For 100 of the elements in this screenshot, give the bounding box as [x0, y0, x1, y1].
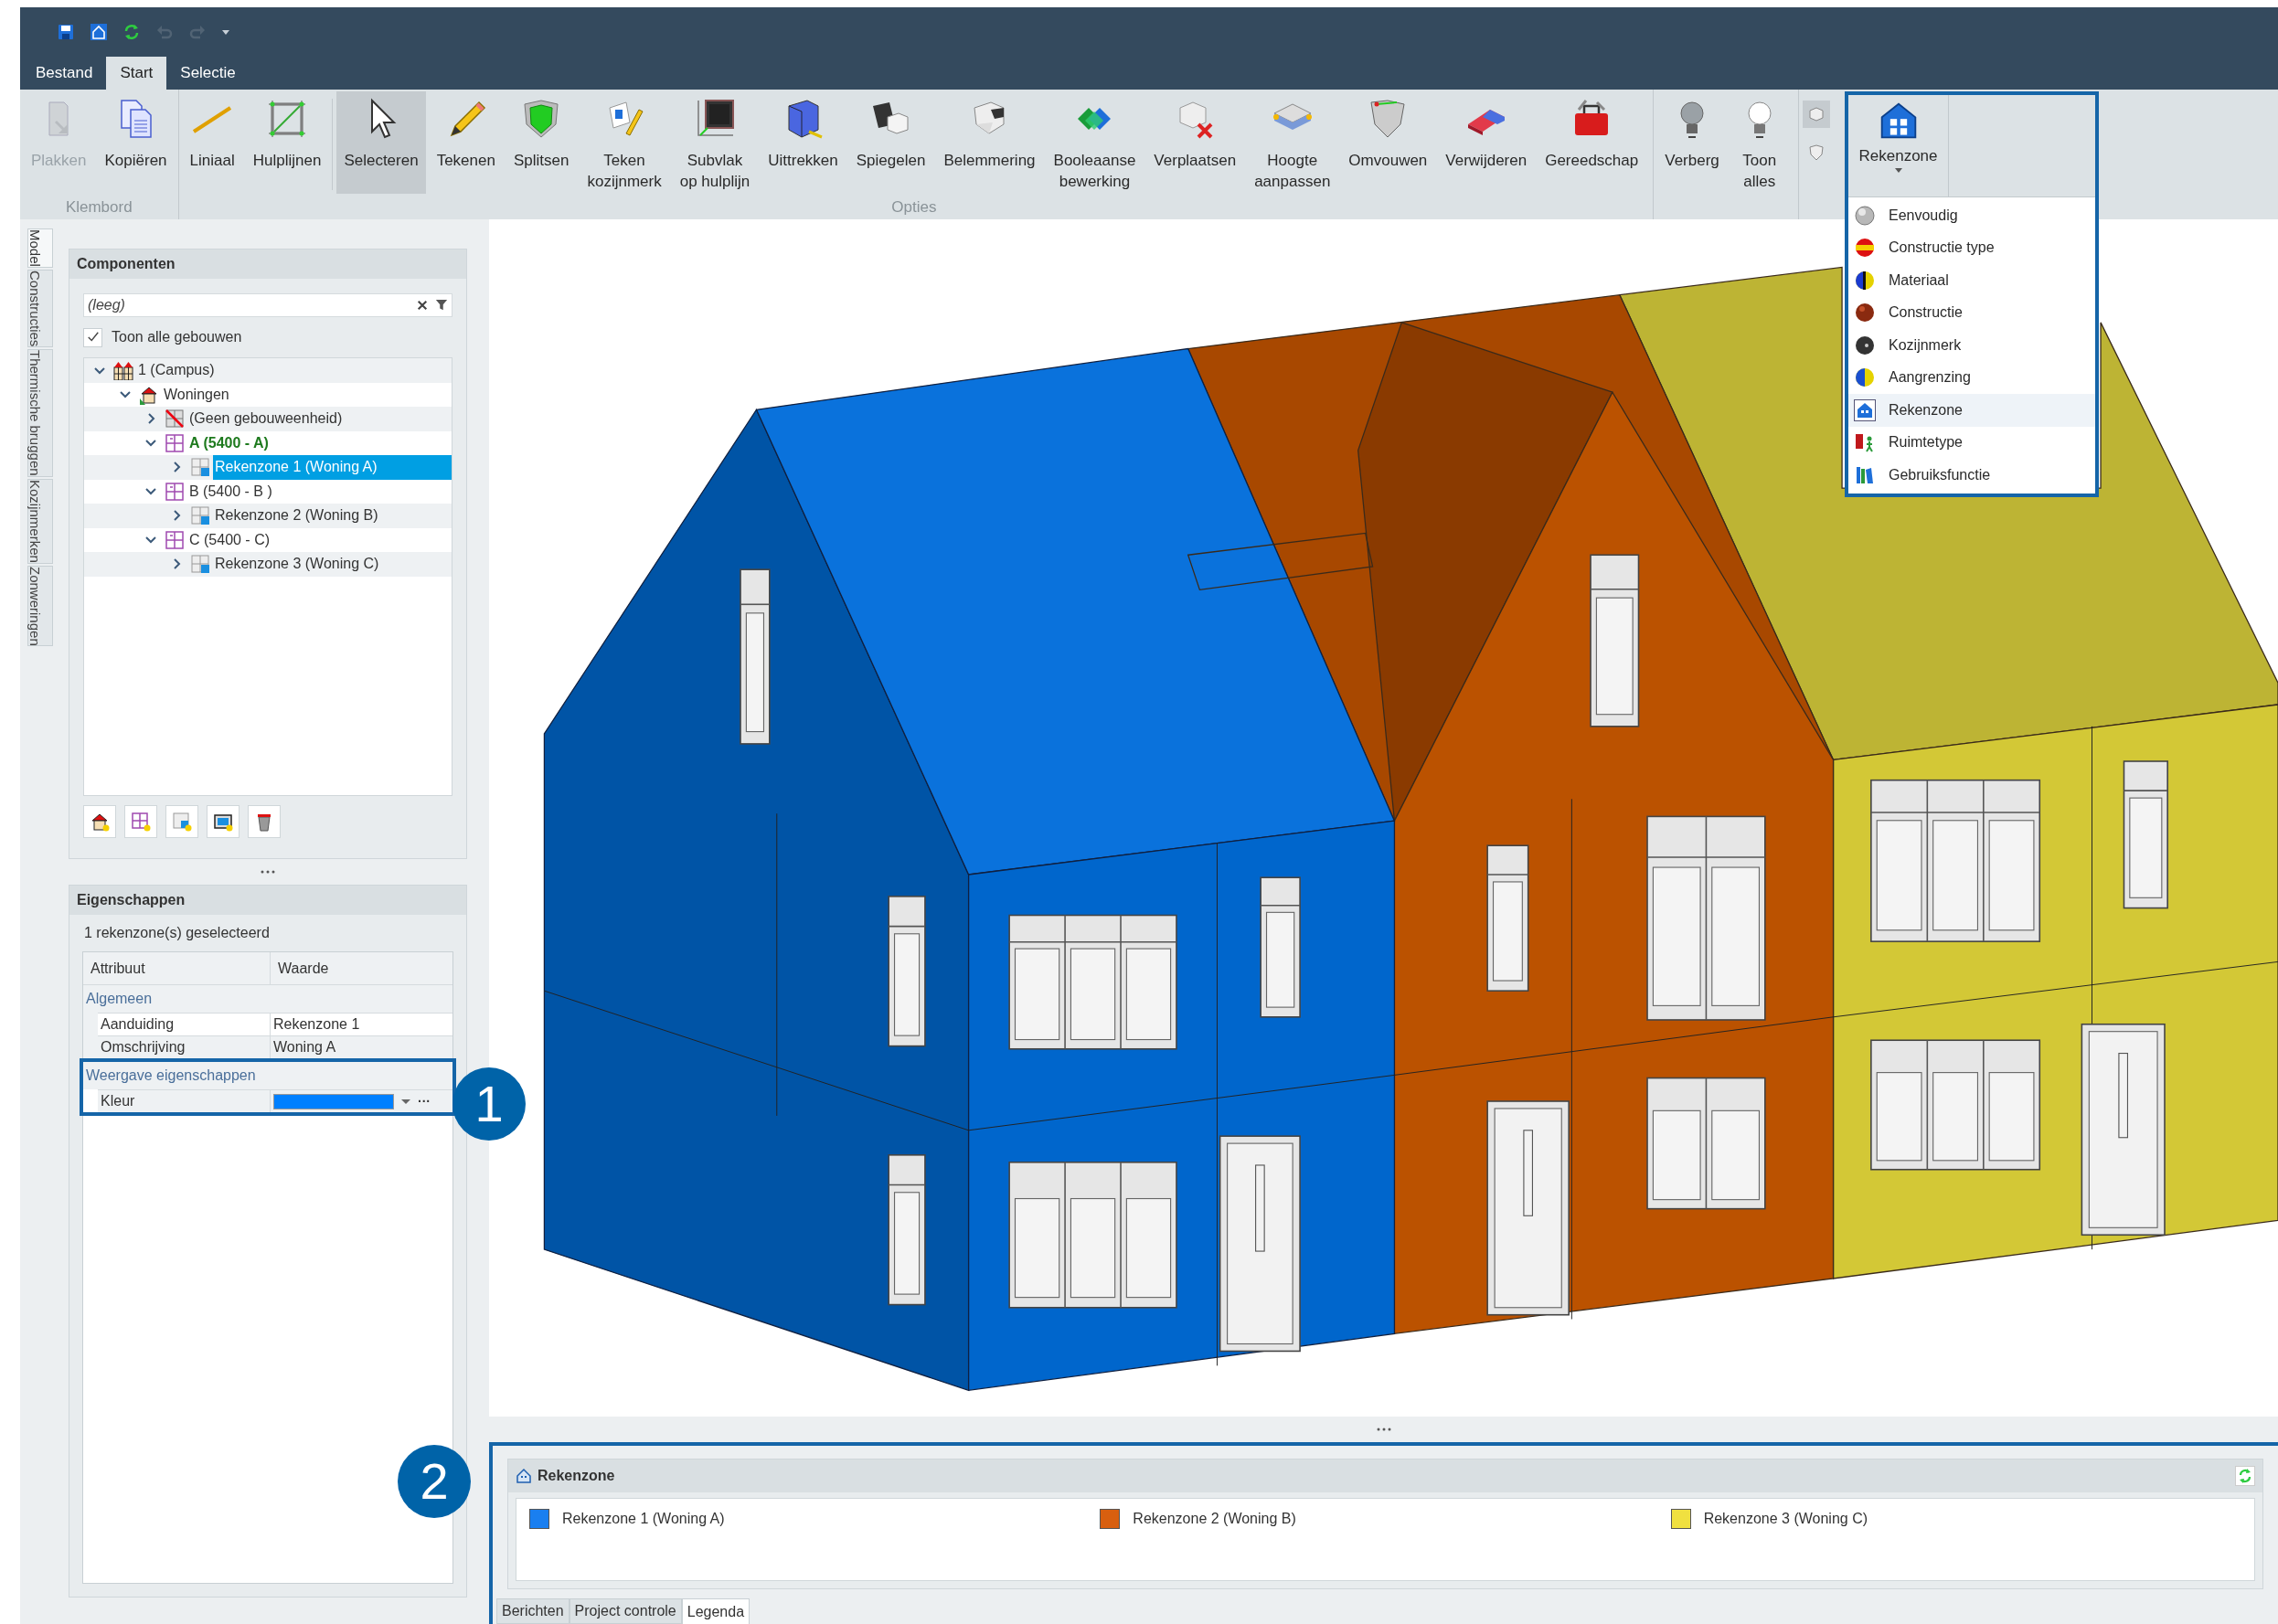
chevron-right-icon: [172, 558, 181, 570]
filter-icon[interactable]: [435, 299, 448, 312]
panel-tab[interactable]: Legenda: [681, 1598, 750, 1624]
check-icon: [86, 331, 100, 344]
panel-tab[interactable]: Project controle: [569, 1598, 682, 1624]
sphere-icon: [1854, 366, 1876, 389]
quick-access-button[interactable]: [122, 23, 141, 41]
side-tab[interactable]: Model: [27, 228, 53, 268]
house-icon: [90, 23, 108, 41]
caret-icon[interactable]: [221, 28, 230, 36]
checkbox[interactable]: [83, 327, 102, 347]
ribbon-button[interactable]: Uittrekken: [761, 91, 846, 194]
grid-add-icon: [172, 812, 192, 832]
quick-access-button[interactable]: [57, 23, 75, 41]
figure-icon: [1854, 431, 1876, 454]
buildings-icon: [113, 360, 133, 381]
menu-item[interactable]: Ruimtetype: [1848, 426, 2095, 459]
menu-item[interactable]: Aangrenzing: [1848, 361, 2095, 394]
sphere-icon: [1854, 302, 1876, 324]
ribbon-button[interactable]: Splitsen: [506, 91, 577, 194]
column-header: Waarde: [277, 959, 330, 978]
sphere-icon: [1854, 204, 1876, 227]
ribbon-button[interactable]: Teken kozijnmerk: [580, 91, 669, 194]
group-label: Opties: [891, 197, 937, 218]
category-label: Algemeen: [86, 990, 153, 1008]
tree-item[interactable]: A (5400 - A): [187, 430, 271, 455]
side-tab[interactable]: Zonweringen: [27, 565, 53, 647]
house-grid-icon: [516, 1468, 532, 1484]
save-icon: [57, 23, 75, 41]
ribbon-button[interactable]: Gereedschap: [1538, 91, 1646, 194]
group-label: Klembord: [65, 197, 133, 218]
view-toggle-button[interactable]: [1802, 101, 1830, 128]
chevron-right-icon: [172, 510, 181, 522]
close-icon[interactable]: [417, 300, 428, 311]
caret-icon: [401, 1099, 410, 1104]
ribbon-tab[interactable]: Selectie: [166, 57, 250, 90]
ribbon-tab[interactable]: Start: [106, 57, 167, 90]
sphere-icon: [1854, 237, 1876, 260]
panel-tab[interactable]: Berichten: [496, 1598, 570, 1624]
search-box[interactable]: (leeg): [83, 293, 452, 317]
column-header: Attribuut: [83, 952, 271, 984]
ribbon-button[interactable]: Liniaal: [182, 91, 242, 194]
ribbon-button[interactable]: Verberg: [1657, 91, 1727, 194]
panel-title: Componenten: [77, 255, 176, 273]
toolbar-button[interactable]: [83, 805, 116, 838]
refresh-icon: [2238, 1468, 2252, 1484]
chevron-down-icon: [94, 366, 105, 375]
caret-icon: [1894, 167, 1902, 173]
ribbon-button[interactable]: Verplaatsen: [1146, 91, 1244, 194]
panel-title: Eigenschappen: [77, 891, 186, 909]
chevron-down-icon: [145, 487, 156, 496]
more-button[interactable]: ···: [418, 1095, 431, 1108]
ribbon-button[interactable]: Spiegelen: [848, 91, 933, 194]
grip-icon[interactable]: [261, 870, 275, 874]
menu-item[interactable]: Materiaal: [1848, 264, 2095, 297]
ribbon-button[interactable]: Hoogte aanpassen: [1247, 91, 1338, 194]
menu-item[interactable]: Gebruiksfunctie: [1848, 459, 2095, 492]
dropdown-button[interactable]: [401, 1099, 410, 1104]
ribbon-button[interactable]: Booleaanse bewerking: [1046, 91, 1144, 194]
window-add-icon: [213, 812, 233, 832]
side-tab[interactable]: Kozijnmerken: [27, 478, 53, 564]
chevron-down-icon: [120, 390, 131, 399]
ribbon-tab[interactable]: Bestand: [22, 57, 107, 90]
ribbon-button[interactable]: Belemmering: [936, 91, 1043, 194]
ribbon-button[interactable]: Kopiëren: [97, 91, 175, 194]
redo-icon: [188, 23, 207, 41]
property-name: Omschrijving: [98, 1036, 271, 1058]
menu-item[interactable]: Constructie: [1848, 296, 2095, 329]
toolbar-button[interactable]: [207, 805, 240, 838]
menu-item[interactable]: Rekenzone: [1848, 394, 2095, 427]
ribbon-button[interactable]: Toon alles: [1730, 91, 1789, 194]
tree-item[interactable]: Woningen: [162, 382, 231, 407]
chevron-down-icon: [145, 439, 156, 448]
sphere-icon: [1854, 269, 1876, 292]
tree-item[interactable]: C (5400 - C): [187, 527, 272, 552]
quick-access-button[interactable]: [90, 23, 108, 41]
menu-item[interactable]: Constructie type: [1848, 231, 2095, 264]
ribbon-button[interactable]: Hulplijnen: [245, 91, 329, 194]
ribbon-button[interactable]: Verwijderen: [1438, 91, 1535, 194]
side-tab[interactable]: Constructies: [27, 269, 53, 348]
property-value: Woning A: [272, 1038, 337, 1056]
crossed-grid-icon: [165, 409, 185, 430]
property-value: Rekenzone 1: [272, 1015, 361, 1034]
side-tab[interactable]: Thermische bruggen: [27, 349, 53, 477]
legend-label: Rekenzone 1 (Woning A): [562, 1510, 725, 1528]
grip-icon[interactable]: [1376, 1428, 1391, 1431]
house-grid-icon: [1854, 398, 1876, 421]
menu-item[interactable]: Kozijnmerk: [1848, 329, 2095, 362]
chevron-right-icon: [172, 462, 181, 473]
ribbon-button[interactable]: Omvouwen: [1341, 91, 1435, 194]
ribbon-button[interactable]: Subvlak op hulplijn: [672, 91, 758, 194]
toolbar-button[interactable]: [248, 805, 281, 838]
ribbon-button[interactable]: Selecteren: [336, 91, 426, 194]
tree-item[interactable]: B (5400 - B ): [187, 479, 274, 504]
house-add-icon: [90, 812, 110, 832]
legend-label: Rekenzone 3 (Woning C): [1703, 1510, 1868, 1528]
checkbox-label: Toon alle gebouwen: [112, 328, 242, 346]
ribbon-button[interactable]: Tekenen: [429, 91, 503, 194]
category-label: Weergave eigenschappen: [86, 1067, 256, 1085]
menu-item[interactable]: Eenvoudig: [1848, 199, 2095, 232]
